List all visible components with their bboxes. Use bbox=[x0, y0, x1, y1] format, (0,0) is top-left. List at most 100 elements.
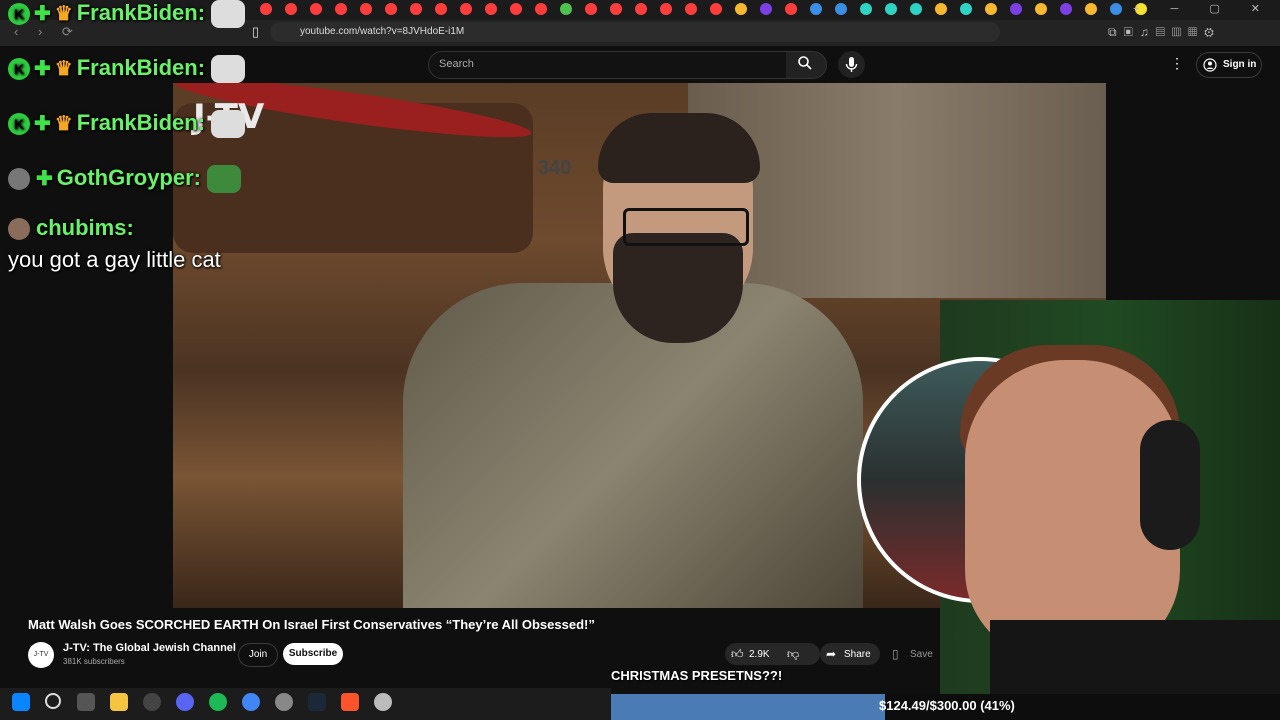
account-icon bbox=[1203, 58, 1217, 72]
youtube-tab-icon[interactable] bbox=[535, 3, 547, 15]
youtube-tab-icon[interactable] bbox=[435, 3, 447, 15]
sign-in-button[interactable]: Sign in bbox=[1196, 52, 1262, 78]
obs-icon[interactable] bbox=[143, 693, 161, 711]
window-controls[interactable]: + ─ ▢ ✕ bbox=[1133, 2, 1274, 15]
save-button[interactable]: ▯ Save bbox=[888, 643, 948, 665]
url-text[interactable]: youtube.com/watch?v=8JVHdoE-i1M bbox=[300, 26, 464, 37]
cat-emote-icon bbox=[211, 0, 246, 29]
plus-badge-icon: ✚ bbox=[34, 113, 51, 135]
cat-emote-icon bbox=[211, 110, 246, 139]
channel-name[interactable]: J-TV: The Global Jewish Channel bbox=[63, 642, 236, 654]
host-hair bbox=[598, 113, 760, 183]
channel-avatar[interactable]: J-TV bbox=[28, 642, 54, 668]
youtube-tab-icon[interactable] bbox=[685, 3, 697, 15]
app-icon[interactable] bbox=[374, 693, 392, 711]
like-icon[interactable]: 👍︎ bbox=[731, 647, 744, 662]
chat-message-text: you got a gay little cat bbox=[8, 247, 221, 273]
tab-icon[interactable] bbox=[935, 3, 947, 15]
tab-icon[interactable] bbox=[910, 3, 922, 15]
play-tab-icon[interactable] bbox=[560, 3, 572, 15]
youtube-tab-icon[interactable] bbox=[310, 3, 322, 15]
app-icon[interactable] bbox=[275, 693, 293, 711]
search-icon[interactable] bbox=[45, 693, 61, 709]
bookmark-icon[interactable]: ▯ bbox=[252, 24, 259, 40]
task-view-icon[interactable] bbox=[77, 693, 95, 711]
share-button[interactable]: ➦ Share bbox=[820, 643, 880, 665]
plus-badge-icon: ✚ bbox=[34, 3, 51, 25]
youtube-tab-icon[interactable] bbox=[460, 3, 472, 15]
k-badge-icon: K bbox=[8, 58, 30, 81]
voice-search-button[interactable] bbox=[838, 51, 865, 78]
tab-icon[interactable] bbox=[860, 3, 872, 15]
cat-emote-icon bbox=[211, 55, 246, 84]
headphones bbox=[1140, 420, 1200, 550]
youtube-tab-icon[interactable] bbox=[585, 3, 597, 15]
streamer-shirt bbox=[990, 620, 1280, 700]
search-icon bbox=[798, 56, 812, 70]
youtube-tab-icon[interactable] bbox=[410, 3, 422, 15]
donation-goal-text: $124.49/$300.00 (41%) bbox=[879, 698, 1015, 713]
host-beard bbox=[613, 233, 743, 343]
chat-message: ✚ GothGroyper: bbox=[8, 165, 241, 194]
chat-message: K ✚ ♛ FrankBiden: bbox=[8, 0, 246, 29]
spotify-icon[interactable] bbox=[209, 693, 227, 711]
chat-text: you got a gay little cat bbox=[8, 247, 221, 272]
extension-icons[interactable]: ⧉▣♫▤▥▦⚙ bbox=[1108, 25, 1221, 40]
save-label: Save bbox=[910, 649, 933, 660]
youtube-tab-icon[interactable] bbox=[710, 3, 722, 15]
tab-icon[interactable] bbox=[885, 3, 897, 15]
chat-message: chubims: bbox=[8, 215, 134, 241]
crown-badge-icon: ♛ bbox=[54, 58, 73, 80]
donation-goal-fill bbox=[611, 694, 886, 720]
youtube-tab-icon[interactable] bbox=[510, 3, 522, 15]
tab-icon[interactable] bbox=[960, 3, 972, 15]
subscribe-button[interactable]: Subscribe bbox=[283, 643, 343, 665]
tab-icon[interactable] bbox=[1110, 3, 1122, 15]
youtube-tab-icon[interactable] bbox=[610, 3, 622, 15]
chrome-icon[interactable] bbox=[242, 693, 260, 711]
tab-icon[interactable] bbox=[760, 3, 772, 15]
search-input[interactable] bbox=[428, 51, 788, 79]
discord-icon[interactable] bbox=[176, 693, 194, 711]
youtube-tab-icon[interactable] bbox=[660, 3, 672, 15]
join-button[interactable]: Join bbox=[238, 643, 278, 667]
tab-icon[interactable] bbox=[835, 3, 847, 15]
windows-start-icon[interactable] bbox=[12, 693, 30, 711]
subscriber-count: 381K subscribers bbox=[63, 657, 125, 666]
host-glasses bbox=[623, 208, 749, 246]
more-options-icon[interactable]: ⋮ bbox=[1170, 55, 1184, 72]
share-icon: ➦ bbox=[826, 647, 837, 661]
dislike-icon[interactable]: 👎︎ bbox=[787, 647, 799, 662]
like-count[interactable]: 2.9K bbox=[749, 649, 770, 660]
tab-icon[interactable] bbox=[1085, 3, 1097, 15]
tab-icon[interactable] bbox=[1060, 3, 1072, 15]
tab-icon[interactable] bbox=[1010, 3, 1022, 15]
youtube-tab-icon[interactable] bbox=[485, 3, 497, 15]
chat-username: FrankBiden: bbox=[76, 55, 206, 80]
youtube-tab-icon[interactable] bbox=[335, 3, 347, 15]
tab-icon[interactable] bbox=[785, 3, 797, 15]
youtube-tab-icon[interactable] bbox=[285, 3, 297, 15]
chat-username: FrankBiden: bbox=[76, 0, 206, 25]
k-badge-icon: K bbox=[8, 3, 30, 26]
donation-message: CHRISTMAS PRESETNS??! bbox=[611, 668, 783, 683]
tab-icon[interactable] bbox=[1035, 3, 1047, 15]
video-title: Matt Walsh Goes SCORCHED EARTH On Israel… bbox=[28, 617, 595, 632]
youtube-tab-icon[interactable] bbox=[635, 3, 647, 15]
tab-icon[interactable] bbox=[810, 3, 822, 15]
steam-icon[interactable] bbox=[308, 693, 326, 711]
youtube-tab-icon[interactable] bbox=[385, 3, 397, 15]
search-placeholder[interactable]: Search bbox=[439, 58, 474, 70]
k-badge-icon: K bbox=[8, 113, 30, 136]
youtube-tab-icon[interactable] bbox=[260, 3, 272, 15]
save-icon: ▯ bbox=[892, 647, 899, 661]
sign-in-label: Sign in bbox=[1223, 59, 1257, 70]
user-avatar bbox=[8, 218, 30, 241]
tab-icon[interactable] bbox=[735, 3, 747, 15]
tab-icon[interactable] bbox=[985, 3, 997, 15]
brave-icon[interactable] bbox=[341, 693, 359, 711]
chat-username: FrankBiden: bbox=[76, 110, 206, 135]
share-label: Share bbox=[844, 649, 871, 660]
youtube-tab-icon[interactable] bbox=[360, 3, 372, 15]
file-explorer-icon[interactable] bbox=[110, 693, 128, 711]
